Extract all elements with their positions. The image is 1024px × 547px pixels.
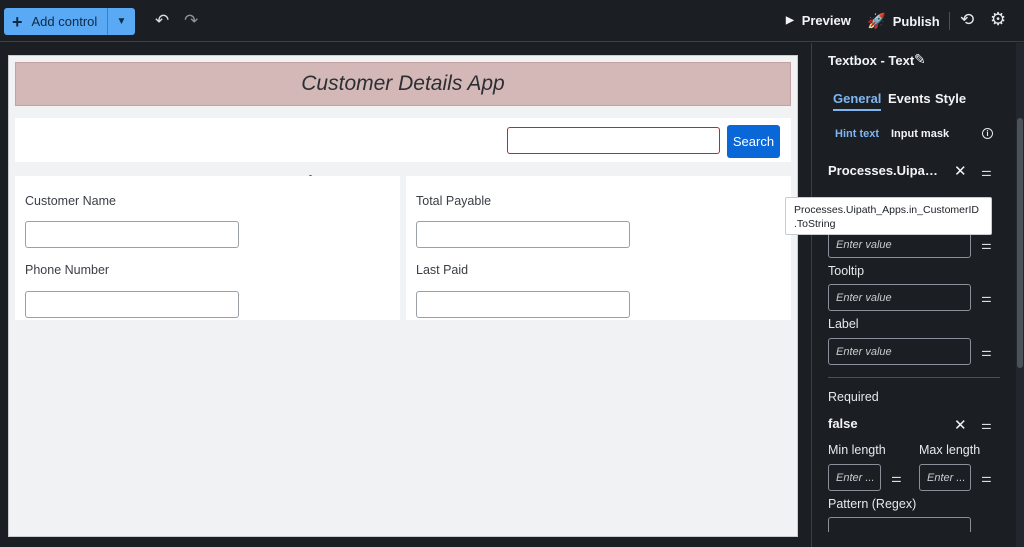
- search-container[interactable]: Search: [15, 118, 791, 162]
- right-details-panel[interactable]: Total Payable Last Paid: [406, 176, 791, 320]
- tooltip-label: Tooltip: [828, 264, 865, 278]
- advanced-editor-icon[interactable]: ⚌: [981, 345, 992, 359]
- text-bound-value[interactable]: Processes.Uipath_...: [828, 163, 942, 178]
- app-title: Customer Details App: [301, 72, 505, 95]
- properties-title: Textbox - Text: [828, 53, 915, 68]
- advanced-editor-icon[interactable]: ⚌: [981, 418, 992, 432]
- tab-style[interactable]: Style: [935, 91, 966, 106]
- pattern-label: Pattern (Regex): [828, 497, 917, 511]
- history-icon[interactable]: ⟲: [960, 10, 974, 30]
- tooltip-line-2: .ToString: [794, 218, 836, 230]
- hint-text-input[interactable]: Enter value: [828, 231, 971, 258]
- clear-icon[interactable]: ✕: [954, 162, 967, 180]
- publish-label: Publish: [892, 13, 940, 29]
- last-paid-label: Last Paid: [416, 263, 469, 277]
- plus-icon: +: [12, 11, 23, 32]
- min-length-label: Min length: [828, 443, 886, 457]
- customer-name-field[interactable]: [25, 221, 239, 248]
- top-toolbar: + Add control ▼ ↶ ↷ ▶ Preview 🚀 Publish …: [0, 0, 1024, 42]
- pattern-input[interactable]: [828, 517, 971, 532]
- preview-label: Preview: [801, 13, 851, 28]
- add-control-label: Add control: [31, 14, 98, 29]
- advanced-editor-icon[interactable]: ⚌: [981, 165, 992, 179]
- left-details-panel[interactable]: Customer Name Phone Number: [15, 176, 400, 320]
- bound-value-tooltip: Processes.Uipath_Apps.in_CustomerID .ToS…: [785, 197, 992, 235]
- app-canvas: Customer Details App Search Customer Nam…: [8, 55, 798, 537]
- toolbar-divider: [949, 12, 950, 30]
- preview-button[interactable]: ▶ Preview: [786, 13, 851, 28]
- tooltip-input[interactable]: Enter value: [828, 284, 971, 311]
- search-input[interactable]: [507, 127, 720, 154]
- max-length-input[interactable]: Enter ...: [919, 464, 971, 491]
- canvas-area: Customer Details App Search Customer Nam…: [0, 43, 810, 547]
- advanced-editor-icon[interactable]: ⚌: [891, 471, 902, 485]
- app-header[interactable]: Customer Details App: [15, 62, 791, 106]
- customer-name-label: Customer Name: [25, 194, 116, 208]
- clear-icon[interactable]: ✕: [954, 416, 967, 434]
- phone-number-label: Phone Number: [25, 263, 110, 277]
- undo-icon[interactable]: ↶: [155, 12, 169, 29]
- publish-button[interactable]: 🚀 Publish: [867, 12, 940, 30]
- play-icon: ▶: [786, 15, 794, 26]
- label-label: Label: [828, 317, 859, 331]
- required-label: Required: [828, 390, 879, 404]
- chevron-down-icon: ▼: [116, 16, 127, 27]
- add-control-dropdown[interactable]: ▼: [108, 8, 135, 35]
- phone-number-field[interactable]: [25, 291, 239, 318]
- add-control-button-group: + Add control ▼: [4, 8, 135, 35]
- label-input[interactable]: Enter value: [828, 338, 971, 365]
- subtab-input-mask[interactable]: Input mask: [891, 128, 949, 140]
- min-length-input[interactable]: Enter ...: [828, 464, 881, 491]
- total-payable-label: Total Payable: [416, 194, 492, 208]
- search-button[interactable]: Search: [727, 125, 780, 158]
- advanced-editor-icon[interactable]: ⚌: [981, 291, 992, 305]
- redo-icon[interactable]: ↷: [184, 12, 198, 29]
- pencil-icon[interactable]: ✎: [914, 51, 926, 68]
- properties-scroll-thumb[interactable]: [1017, 118, 1023, 368]
- last-paid-field[interactable]: [416, 291, 630, 318]
- info-icon[interactable]: i: [982, 128, 993, 139]
- section-divider: [828, 377, 1000, 378]
- advanced-editor-icon[interactable]: ⚌: [981, 471, 992, 485]
- add-control-button[interactable]: + Add control: [4, 8, 108, 35]
- required-value[interactable]: false: [828, 416, 858, 431]
- total-payable-field[interactable]: [416, 221, 630, 248]
- gear-icon[interactable]: ⚙: [990, 9, 1006, 30]
- tab-events[interactable]: Events: [888, 91, 931, 106]
- advanced-editor-icon[interactable]: ⚌: [981, 238, 992, 252]
- subtab-hint-text[interactable]: Hint text: [835, 128, 879, 140]
- max-length-label: Max length: [919, 443, 981, 457]
- tab-general[interactable]: General: [833, 91, 882, 111]
- tooltip-line-1: Processes.Uipath_Apps.in_CustomerID: [794, 204, 980, 216]
- rocket-icon: 🚀: [867, 13, 886, 30]
